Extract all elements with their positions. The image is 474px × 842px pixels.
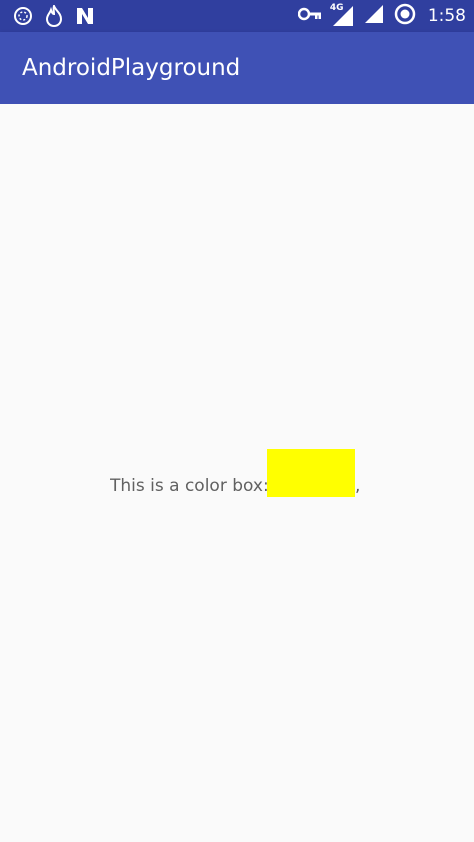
status-bar: 4G 1:58 — [0, 0, 474, 32]
app-bar: AndroidPlayground — [0, 32, 474, 104]
vpn-key-icon — [297, 6, 322, 26]
flame-icon — [44, 3, 64, 31]
signal-icon: 4G — [329, 3, 354, 27]
color-box-label: This is a color box: — [110, 476, 269, 496]
system-icons: 4G 1:58 — [297, 3, 466, 29]
app-title: AndroidPlayground — [22, 55, 241, 81]
sync-circle-icon — [12, 5, 34, 31]
color-box — [267, 449, 355, 497]
main-content: This is a color box: , t — [0, 104, 474, 842]
signal-icon-2 — [364, 4, 384, 28]
notification-icons — [12, 3, 96, 31]
n-logo-icon — [74, 5, 96, 31]
record-icon — [394, 3, 416, 29]
color-box-suffix: , t — [355, 476, 365, 496]
clock: 1:58 — [427, 6, 466, 26]
network-type-label: 4G — [329, 3, 344, 13]
color-box-row: This is a color box: , t — [110, 449, 365, 499]
